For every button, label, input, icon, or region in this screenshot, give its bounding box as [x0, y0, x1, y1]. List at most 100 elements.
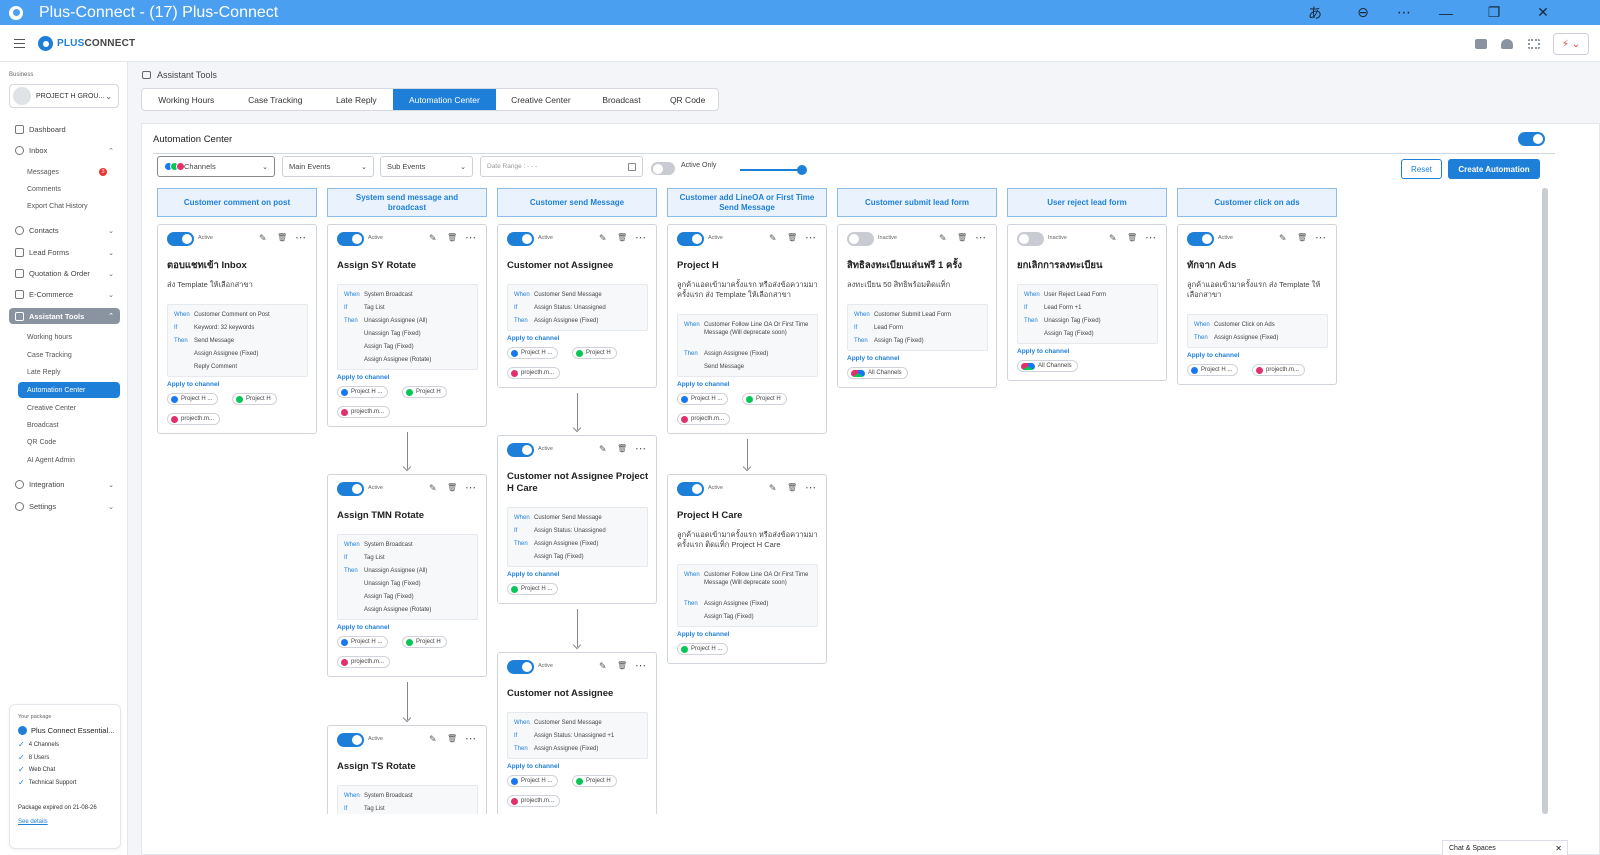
edit-icon[interactable]: ✎ [1279, 233, 1287, 244]
channel-chip[interactable]: Project H ... [677, 643, 729, 655]
more-icon[interactable]: ⋯ [465, 481, 476, 494]
menu-icon[interactable] [14, 39, 25, 48]
channel-chip[interactable]: projecth.m... [167, 413, 221, 425]
channel-chip[interactable]: projecth.m... [507, 367, 561, 379]
apply-to-channel-link[interactable]: Apply to channel [507, 763, 559, 770]
edit-icon[interactable]: ✎ [939, 233, 947, 244]
sidebar-sub-automation-center[interactable]: Automation Center [18, 382, 120, 398]
apply-to-channel-link[interactable]: Apply to channel [1017, 348, 1069, 355]
reset-button[interactable]: Reset [1401, 159, 1442, 179]
trash-icon[interactable]: 🗑 [787, 233, 797, 242]
more-icon[interactable]: ⋯ [975, 231, 986, 244]
channel-chip[interactable]: Project H ... [507, 583, 559, 595]
channel-chip[interactable]: Project H ... [507, 775, 559, 787]
channel-chip[interactable]: Project H [402, 386, 447, 398]
trash-icon[interactable]: 🗑 [787, 483, 797, 492]
channel-chip[interactable]: projecth.m... [337, 406, 391, 418]
card-active-toggle[interactable] [507, 232, 534, 246]
sub-events-select[interactable]: Sub Events ⌄ [380, 156, 473, 177]
automation-card[interactable]: Active ✎ 🗑 ⋯ Assign SY Rotate When System Broa… [327, 224, 487, 427]
edit-icon[interactable]: ✎ [429, 233, 437, 244]
translate-icon[interactable]: あ [1300, 0, 1330, 25]
edit-icon[interactable]: ✎ [769, 483, 777, 494]
automation-card[interactable]: Inactive ✎ 🗑 ⋯ ยกเลิกการลงทะเบียน When User Re… [1007, 224, 1167, 381]
sidebar-sub-late-reply[interactable]: Late Reply [18, 365, 120, 379]
more-icon[interactable]: ⋯ [805, 481, 816, 494]
sidebar-sub-broadcast[interactable]: Broadcast [18, 418, 120, 432]
trash-icon[interactable]: 🗑 [1297, 233, 1307, 242]
see-details-link[interactable]: See details [18, 819, 48, 825]
sidebar-item-contacts[interactable]: Contacts ⌄ [9, 223, 120, 238]
edit-icon[interactable]: ✎ [259, 233, 267, 244]
channel-chip[interactable]: Project H [402, 636, 447, 648]
automation-card[interactable]: Active ✎ 🗑 ⋯ Project H ลูกค้าแอดเข้ามาครั้งแร… [667, 224, 827, 434]
card-active-toggle[interactable] [1187, 232, 1214, 246]
automation-card[interactable]: Active ✎ 🗑 ⋯ Customer not Assignee When Custom… [497, 224, 657, 388]
tab-automation-center[interactable]: Automation Center [392, 89, 497, 110]
apply-to-channel-link[interactable]: Apply to channel [167, 381, 219, 388]
trash-icon[interactable]: 🗑 [617, 233, 627, 242]
card-active-toggle[interactable] [1017, 232, 1044, 246]
edit-icon[interactable]: ✎ [599, 233, 607, 244]
sidebar-sub-comments[interactable]: Comments [18, 182, 120, 196]
minimize-button[interactable]: — [1431, 0, 1461, 25]
channel-chip[interactable]: projecth.m... [1252, 364, 1306, 376]
channel-chip[interactable]: Project H ... [1187, 364, 1239, 376]
apply-to-channel-link[interactable]: Apply to channel [507, 571, 559, 578]
card-active-toggle[interactable] [507, 443, 534, 457]
sidebar-item-integration[interactable]: Integration ⌄ [9, 477, 120, 492]
more-icon[interactable]: ⋯ [465, 732, 476, 745]
close-button[interactable]: ✕ [1528, 0, 1558, 25]
trash-icon[interactable]: 🗑 [447, 233, 457, 242]
edit-icon[interactable]: ✎ [1109, 233, 1117, 244]
sidebar-sub-case-tracking[interactable]: Case Tracking [18, 348, 120, 362]
more-icon[interactable]: ⋯ [805, 231, 816, 244]
edit-icon[interactable]: ✎ [769, 233, 777, 244]
more-icon[interactable]: ⋯ [1315, 231, 1326, 244]
date-range-input[interactable]: Date Range : - - - [480, 156, 643, 177]
more-icon[interactable]: ⋯ [635, 231, 646, 244]
restore-button[interactable]: ❐ [1479, 0, 1509, 25]
apps-grid-icon[interactable] [1528, 39, 1540, 49]
card-active-toggle[interactable] [337, 232, 364, 246]
brand-logo[interactable]: PLUSCONNECT [38, 36, 135, 51]
sidebar-item-settings[interactable]: Settings ⌄ [9, 499, 120, 514]
apply-to-channel-link[interactable]: Apply to channel [337, 374, 389, 381]
apply-to-channel-link[interactable]: Apply to channel [1187, 352, 1239, 359]
chat-icon[interactable] [1475, 39, 1487, 49]
trash-icon[interactable]: 🗑 [447, 734, 457, 743]
board-scrollbar[interactable] [1542, 188, 1548, 814]
close-icon[interactable]: ✕ [1555, 844, 1562, 853]
card-active-toggle[interactable] [167, 232, 194, 246]
automation-card[interactable]: Active ✎ 🗑 ⋯ ทักจาก Ads ลูกค้าแอดเข้ามาครั้งแ… [1177, 224, 1337, 385]
channel-chip[interactable]: Project H [232, 393, 277, 405]
channel-chip[interactable]: Project H ... [337, 386, 389, 398]
more-icon[interactable]: ⋯ [635, 442, 646, 455]
tab-qr-code[interactable]: QR Code [657, 89, 718, 110]
trash-icon[interactable]: 🗑 [277, 233, 287, 242]
more-icon[interactable]: ⋯ [1389, 0, 1419, 25]
automation-card[interactable]: Inactive ✎ 🗑 ⋯ สิทธิลงทะเบียนเล่นฟรี 1 ครั้ง… [837, 224, 997, 388]
sidebar-sub-creative-center[interactable]: Creative Center [18, 401, 120, 415]
chat-spaces-bar[interactable]: Chat & Spaces ✕ [1442, 840, 1568, 855]
channel-chip[interactable]: Project H [572, 775, 617, 787]
tab-working-hours[interactable]: Working Hours [142, 89, 231, 110]
bell-icon[interactable] [1501, 39, 1513, 49]
channel-chip[interactable]: projecth.m... [507, 795, 561, 807]
master-toggle[interactable] [1518, 132, 1545, 146]
channels-select[interactable]: Channels ⌄ [157, 156, 275, 177]
apply-to-channel-link[interactable]: Apply to channel [847, 355, 899, 362]
trash-icon[interactable]: 🗑 [617, 661, 627, 670]
business-selector[interactable]: PROJECT H GROU... ⌄ [9, 84, 119, 108]
channel-chip[interactable]: All Channels [1017, 360, 1078, 372]
sidebar-item-ecommerce[interactable]: E-Commerce ⌄ [9, 287, 120, 302]
card-active-toggle[interactable] [507, 660, 534, 674]
automation-card[interactable]: Active ✎ 🗑 ⋯ Customer not Assignee When Custom… [497, 652, 657, 814]
automation-card[interactable]: Active ✎ 🗑 ⋯ ตอบแชทเข้า Inbox ส่ง Template ให… [157, 224, 317, 434]
sidebar-sub-export[interactable]: Export Chat History [18, 199, 120, 213]
trash-icon[interactable]: 🗑 [617, 444, 627, 453]
more-icon[interactable]: ⋯ [635, 659, 646, 672]
active-only-toggle[interactable] [651, 162, 675, 175]
channel-chip[interactable]: Project H ... [507, 347, 559, 359]
apply-to-channel-link[interactable]: Apply to channel [677, 631, 729, 638]
